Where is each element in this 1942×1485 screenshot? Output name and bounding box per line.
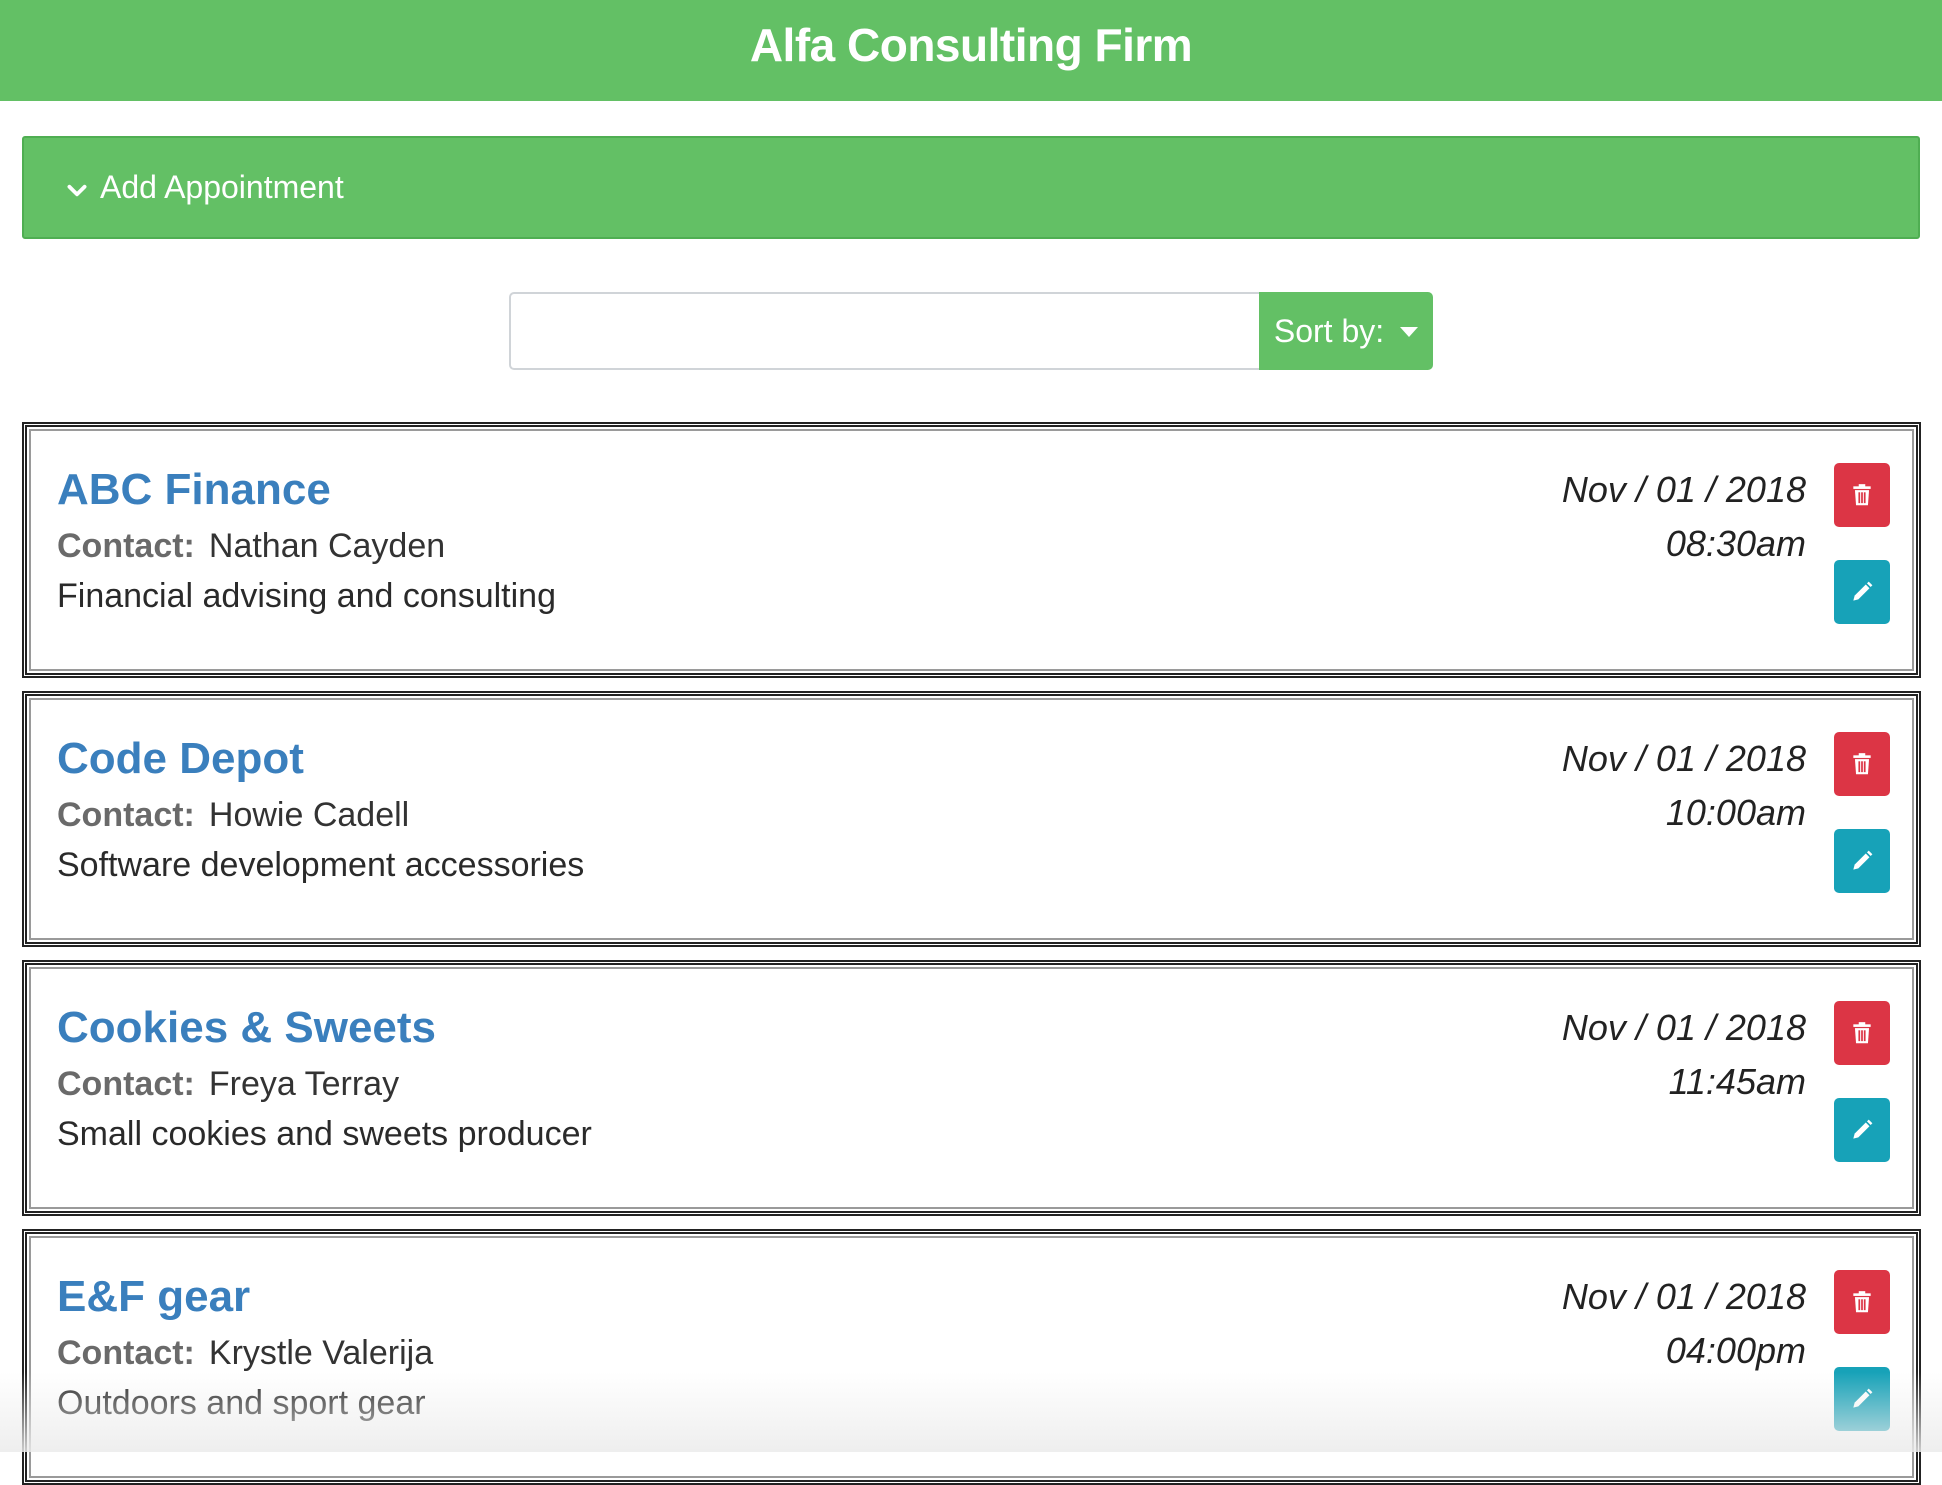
appointment-description: Small cookies and sweets producer <box>57 1115 592 1153</box>
sort-by-label: Sort by: <box>1273 312 1385 349</box>
trash-icon <box>1853 1291 1871 1313</box>
appointment-date: Nov / 01 / 2018 <box>1561 738 1806 779</box>
company-name: ABC Finance <box>57 465 331 514</box>
app-header: Alfa Consulting Firm <box>0 0 1942 101</box>
appointment-time: 08:30am <box>1665 523 1806 564</box>
contact-label: Contact: <box>57 1334 195 1372</box>
edit-button[interactable] <box>1834 560 1890 624</box>
contact-line: Contact: Freya Terray <box>57 1065 399 1104</box>
appointment-description: Outdoors and sport gear <box>57 1384 426 1422</box>
appointment-card: E&F gear Contact: Krystle Valerija Outdoo… <box>22 1229 1921 1485</box>
delete-button[interactable] <box>1834 1001 1890 1065</box>
delete-button[interactable] <box>1834 1270 1890 1334</box>
appointment-time: 10:00am <box>1665 792 1806 833</box>
pencil-icon <box>1853 1388 1873 1408</box>
appointment-card: Code Depot Contact: Howie Cadell Software… <box>22 691 1921 947</box>
add-appointment-toggle[interactable]: Add Appointment <box>22 136 1920 239</box>
trash-icon <box>1853 753 1871 775</box>
edit-button[interactable] <box>1834 1367 1890 1431</box>
trash-icon <box>1853 1022 1871 1044</box>
edit-button[interactable] <box>1834 829 1890 893</box>
appointment-card: Cookies & Sweets Contact: Freya Terray Sm… <box>22 960 1921 1216</box>
pencil-icon <box>1853 1119 1873 1139</box>
appointment-date: Nov / 01 / 2018 <box>1561 1276 1806 1317</box>
edit-button[interactable] <box>1834 1098 1890 1162</box>
caret-down-icon <box>1400 327 1419 337</box>
contact-label: Contact: <box>57 527 195 565</box>
contact-label: Contact: <box>57 1065 195 1103</box>
contact-name: Howie Cadell <box>208 796 410 834</box>
appointment-time: 04:00pm <box>1665 1330 1806 1371</box>
company-name: Cookies & Sweets <box>57 1003 437 1052</box>
contact-name: Krystle Valerija <box>208 1334 434 1372</box>
delete-button[interactable] <box>1834 463 1890 527</box>
contact-line: Contact: Howie Cadell <box>57 796 409 835</box>
contact-name: Freya Terray <box>208 1065 400 1103</box>
company-name: Code Depot <box>57 734 304 783</box>
company-name: E&F gear <box>57 1272 251 1321</box>
pencil-icon <box>1853 581 1873 601</box>
contact-line: Contact: Krystle Valerija <box>57 1334 433 1373</box>
trash-icon <box>1853 484 1871 506</box>
appointment-card: ABC Finance Contact: Nathan Cayden Financ… <box>22 422 1921 678</box>
contact-line: Contact: Nathan Cayden <box>57 527 445 566</box>
search-group: Sort by: <box>509 292 1433 370</box>
pencil-icon <box>1853 850 1873 870</box>
contact-label: Contact: <box>57 796 195 834</box>
appointment-date: Nov / 01 / 2018 <box>1561 469 1806 510</box>
appointment-time: 11:45am <box>1668 1061 1806 1102</box>
delete-button[interactable] <box>1834 732 1890 796</box>
appointment-description: Software development accessories <box>57 846 585 884</box>
appointment-description: Financial advising and consulting <box>57 577 556 615</box>
search-input[interactable] <box>509 292 1259 370</box>
appointment-date: Nov / 01 / 2018 <box>1561 1007 1806 1048</box>
contact-name: Nathan Cayden <box>208 527 446 565</box>
sort-by-button[interactable]: Sort by: <box>1259 292 1433 370</box>
app-title: Alfa Consulting Firm <box>749 18 1193 71</box>
chevron-down-icon <box>67 184 87 196</box>
add-appointment-label: Add Appointment <box>100 169 344 205</box>
